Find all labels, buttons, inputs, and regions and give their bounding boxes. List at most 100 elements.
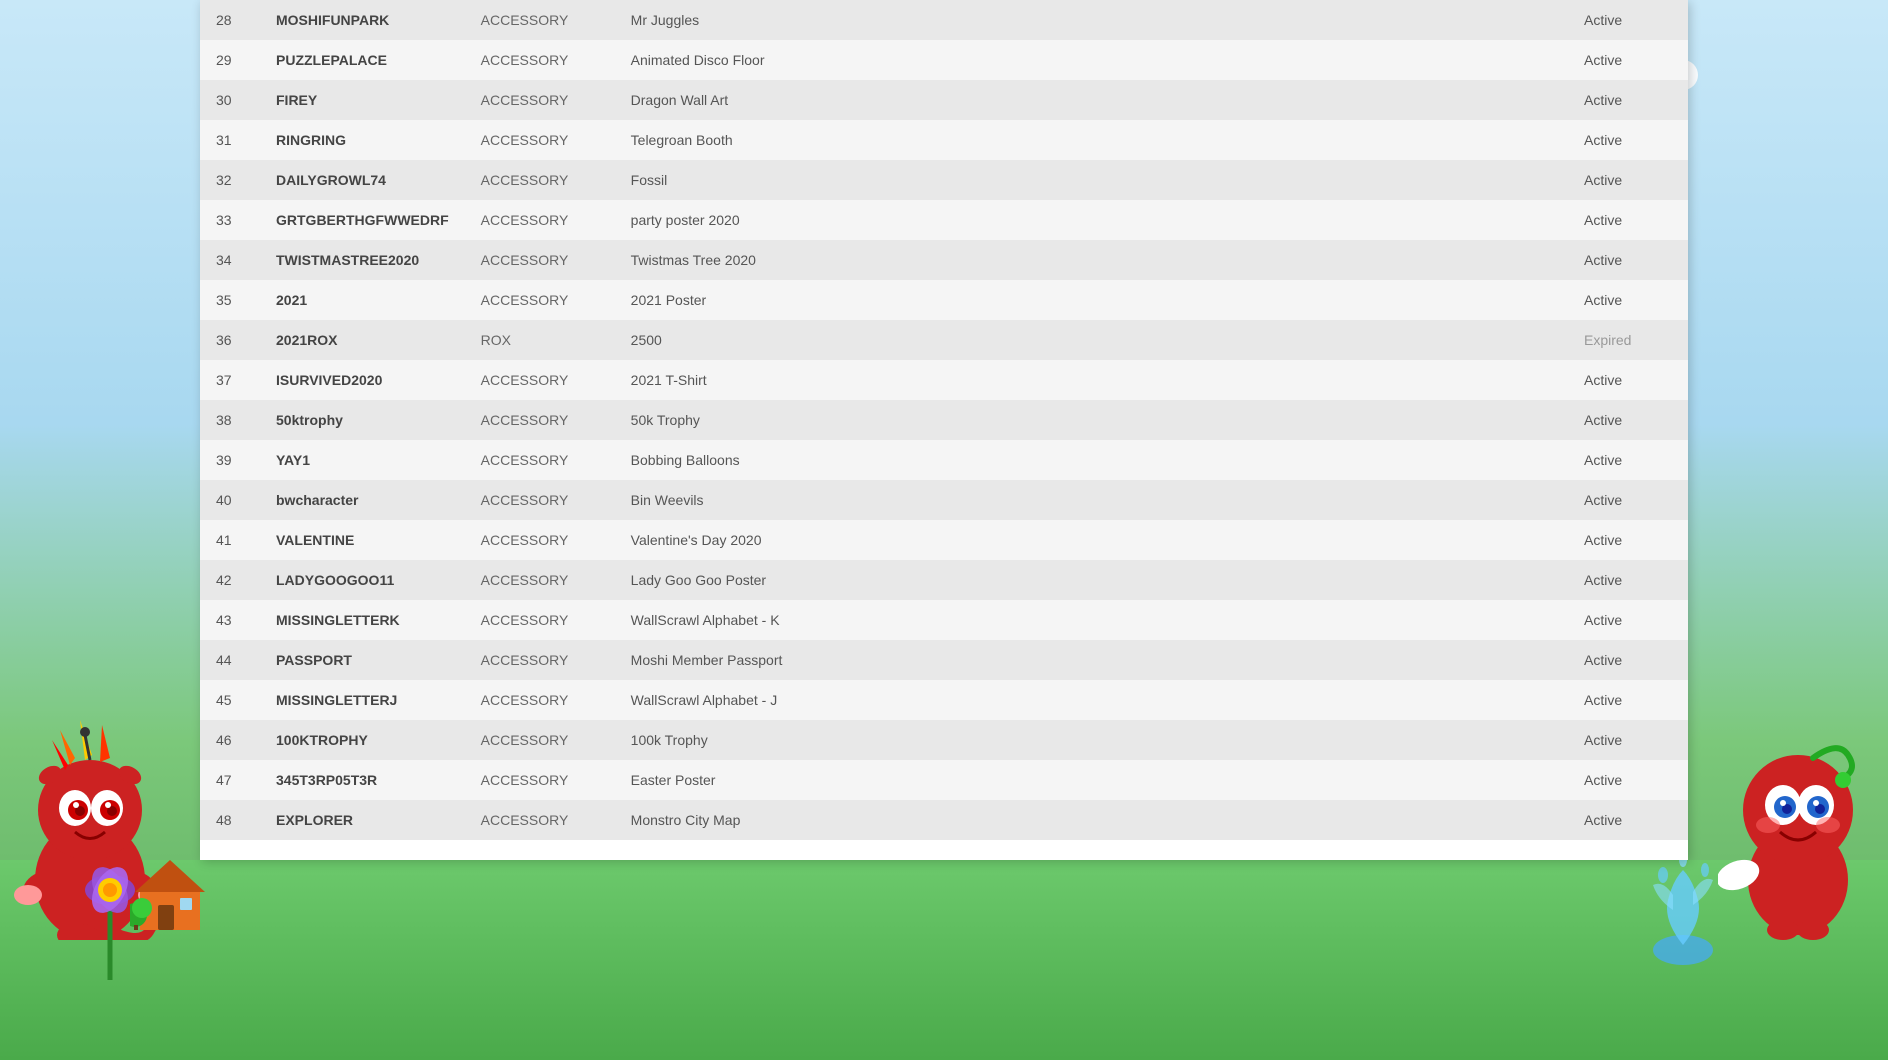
row-status: Active xyxy=(1568,720,1688,760)
table-row: 40bwcharacterACCESSORYBin WeevilsActive xyxy=(200,480,1688,520)
row-number: 32 xyxy=(200,160,260,200)
row-status: Active xyxy=(1568,200,1688,240)
row-number: 48 xyxy=(200,800,260,840)
row-number: 44 xyxy=(200,640,260,680)
row-status: Active xyxy=(1568,240,1688,280)
row-type: ACCESSORY xyxy=(465,360,615,400)
row-status: Active xyxy=(1568,600,1688,640)
row-name: 2500 xyxy=(615,320,1568,360)
row-code: YAY1 xyxy=(260,440,465,480)
row-status: Active xyxy=(1568,640,1688,680)
row-status: Active xyxy=(1568,800,1688,840)
table-row: 362021ROXROX2500Expired xyxy=(200,320,1688,360)
row-number: 47 xyxy=(200,760,260,800)
row-number: 35 xyxy=(200,280,260,320)
table-row: 37ISURVIVED2020ACCESSORY2021 T-ShirtActi… xyxy=(200,360,1688,400)
row-name: Bobbing Balloons xyxy=(615,440,1568,480)
table-row: 48EXPLORERACCESSORYMonstro City MapActiv… xyxy=(200,800,1688,840)
row-status: Active xyxy=(1568,560,1688,600)
table-row: 32DAILYGROWL74ACCESSORYFossilActive xyxy=(200,160,1688,200)
row-code: 100KTROPHY xyxy=(260,720,465,760)
row-number: 34 xyxy=(200,240,260,280)
row-number: 30 xyxy=(200,80,260,120)
table-row: 30FIREYACCESSORYDragon Wall ArtActive xyxy=(200,80,1688,120)
row-name: Dragon Wall Art xyxy=(615,80,1568,120)
table-row: 41VALENTINEACCESSORYValentine's Day 2020… xyxy=(200,520,1688,560)
row-type: ACCESSORY xyxy=(465,280,615,320)
row-type: ACCESSORY xyxy=(465,120,615,160)
ground xyxy=(0,860,1888,1060)
table-row: 33GRTGBERTHGFWWEDRFACCESSORYparty poster… xyxy=(200,200,1688,240)
row-status: Active xyxy=(1568,760,1688,800)
row-number: 41 xyxy=(200,520,260,560)
row-type: ACCESSORY xyxy=(465,80,615,120)
row-number: 31 xyxy=(200,120,260,160)
row-type: ACCESSORY xyxy=(465,520,615,560)
row-type: ACCESSORY xyxy=(465,400,615,440)
row-name: Animated Disco Floor xyxy=(615,40,1568,80)
table-row: 352021ACCESSORY2021 PosterActive xyxy=(200,280,1688,320)
row-status: Active xyxy=(1568,120,1688,160)
row-status: Active xyxy=(1568,160,1688,200)
row-name: 100k Trophy xyxy=(615,720,1568,760)
row-status: Active xyxy=(1568,0,1688,40)
blue-splash xyxy=(1643,850,1723,970)
row-code: LADYGOOGOO11 xyxy=(260,560,465,600)
row-number: 38 xyxy=(200,400,260,440)
row-name: WallScrawl Alphabet - K xyxy=(615,600,1568,640)
row-type: ACCESSORY xyxy=(465,720,615,760)
row-number: 42 xyxy=(200,560,260,600)
row-status: Active xyxy=(1568,80,1688,120)
row-code: DAILYGROWL74 xyxy=(260,160,465,200)
row-status: Active xyxy=(1568,480,1688,520)
row-type: ACCESSORY xyxy=(465,200,615,240)
row-status: Active xyxy=(1568,280,1688,320)
row-name: Mr Juggles xyxy=(615,0,1568,40)
row-code: 2021 xyxy=(260,280,465,320)
row-code: EXPLORER xyxy=(260,800,465,840)
row-type: ACCESSORY xyxy=(465,160,615,200)
row-number: 43 xyxy=(200,600,260,640)
row-code: TWISTMASTREE2020 xyxy=(260,240,465,280)
row-code: MOSHIFUNPARK xyxy=(260,0,465,40)
row-number: 28 xyxy=(200,0,260,40)
row-status: Active xyxy=(1568,520,1688,560)
row-type: ACCESSORY xyxy=(465,800,615,840)
row-code: 2021ROX xyxy=(260,320,465,360)
row-code: MISSINGLETTERJ xyxy=(260,680,465,720)
row-type: ACCESSORY xyxy=(465,640,615,680)
row-name: Fossil xyxy=(615,160,1568,200)
row-code: PASSPORT xyxy=(260,640,465,680)
row-name: Monstro City Map xyxy=(615,800,1568,840)
table-row: 45MISSINGLETTERJACCESSORYWallScrawl Alph… xyxy=(200,680,1688,720)
row-name: 50k Trophy xyxy=(615,400,1568,440)
row-name: Easter Poster xyxy=(615,760,1568,800)
row-type: ACCESSORY xyxy=(465,560,615,600)
table-row: 44PASSPORTACCESSORYMoshi Member Passport… xyxy=(200,640,1688,680)
table-row: 46100KTROPHYACCESSORY100k TrophyActive xyxy=(200,720,1688,760)
main-content-panel: 28MOSHIFUNPARKACCESSORYMr JugglesActive2… xyxy=(200,0,1688,860)
row-code: MISSINGLETTERK xyxy=(260,600,465,640)
row-name: Valentine's Day 2020 xyxy=(615,520,1568,560)
row-status: Expired xyxy=(1568,320,1688,360)
row-type: ACCESSORY xyxy=(465,0,615,40)
row-name: Lady Goo Goo Poster xyxy=(615,560,1568,600)
row-type: ROX xyxy=(465,320,615,360)
row-code: bwcharacter xyxy=(260,480,465,520)
row-status: Active xyxy=(1568,440,1688,480)
table-row: 31RINGRINGACCESSORYTelegroan BoothActive xyxy=(200,120,1688,160)
row-name: Moshi Member Passport xyxy=(615,640,1568,680)
row-type: ACCESSORY xyxy=(465,680,615,720)
row-code: 345T3RP05T3R xyxy=(260,760,465,800)
row-name: WallScrawl Alphabet - J xyxy=(615,680,1568,720)
row-number: 29 xyxy=(200,40,260,80)
table-row: 39YAY1ACCESSORYBobbing BalloonsActive xyxy=(200,440,1688,480)
row-number: 40 xyxy=(200,480,260,520)
row-code: ISURVIVED2020 xyxy=(260,360,465,400)
codes-table: 28MOSHIFUNPARKACCESSORYMr JugglesActive2… xyxy=(200,0,1688,840)
row-number: 39 xyxy=(200,440,260,480)
row-status: Active xyxy=(1568,680,1688,720)
row-name: Telegroan Booth xyxy=(615,120,1568,160)
row-name: 2021 T-Shirt xyxy=(615,360,1568,400)
table-row: 43MISSINGLETTERKACCESSORYWallScrawl Alph… xyxy=(200,600,1688,640)
